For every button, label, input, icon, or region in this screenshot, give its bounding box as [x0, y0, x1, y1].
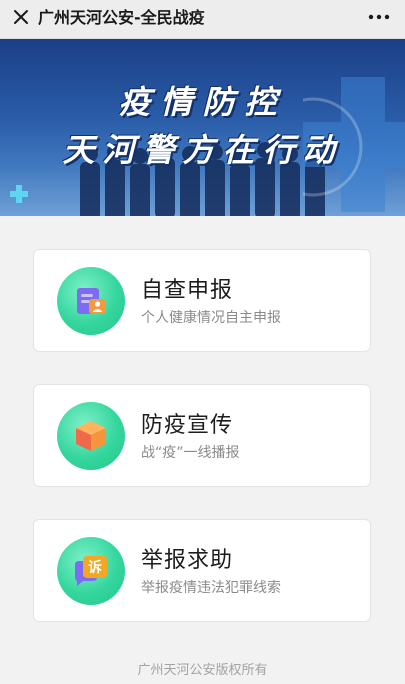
self-report-card[interactable]: 自查申报 个人健康情况自主申报 [33, 249, 371, 352]
epidemic-publicity-card[interactable]: 防疫宣传 战“疫”一线播报 [33, 384, 371, 487]
complaint-chat-icon: 诉 [75, 556, 107, 586]
banner-heading-1: 疫情防控 [118, 83, 287, 121]
complaint-icon-text: 诉 [88, 559, 102, 576]
copyright-footer: 广州天河公安版权所有 [137, 663, 268, 678]
report-icon-badge: 诉 [57, 537, 125, 605]
card-subtitle: 战“疫”一线播报 [141, 445, 240, 461]
close-icon [14, 10, 28, 24]
self-report-icon-badge [57, 267, 125, 335]
card-title: 举报求助 [141, 548, 234, 573]
banner-heading-2: 天河警方在行动 [62, 131, 343, 169]
title-bar: 广州天河公安-全民战疫 [0, 0, 405, 39]
card-title: 防疫宣传 [141, 413, 234, 438]
card-subtitle: 个人健康情况自主申报 [141, 310, 281, 326]
publicity-icon-badge [57, 402, 125, 470]
more-button[interactable] [365, 4, 393, 30]
more-dots-icon [368, 14, 390, 20]
box-icon [76, 421, 106, 451]
close-button[interactable] [8, 4, 34, 30]
card-subtitle: 举报疫情违法犯罪线索 [141, 580, 281, 596]
banner: 疫情防控 天河警方在行动 [0, 39, 405, 216]
card-title: 自查申报 [141, 278, 234, 303]
report-help-card[interactable]: 诉 举报求助 举报疫情违法犯罪线索 [33, 519, 371, 622]
page-title: 广州天河公安-全民战疫 [38, 8, 205, 27]
small-cross-icon [10, 185, 28, 203]
id-card-icon [77, 288, 106, 314]
